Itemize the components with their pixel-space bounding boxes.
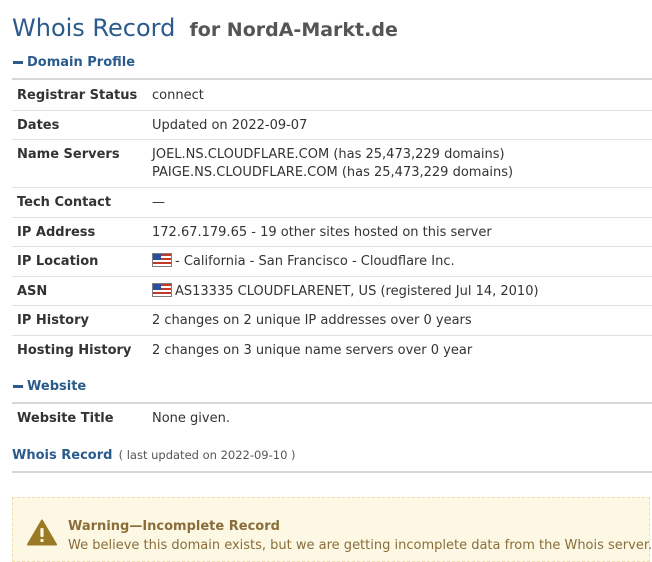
page-title-domain: for NordA-Markt.de	[189, 19, 398, 41]
dates-label: Dates	[17, 117, 60, 133]
website-table: Website Title None given.	[12, 404, 652, 434]
table-row: Registrar Status connect	[12, 80, 652, 110]
table-row: IP Location - California - San Francisco…	[12, 246, 652, 276]
warning-triangle-icon	[27, 519, 57, 546]
dates-value: Updated on 2022-09-07	[152, 117, 308, 133]
us-flag-icon	[152, 282, 172, 297]
website-toggle[interactable]: Website	[12, 379, 652, 394]
ip-address-value[interactable]: 172.67.179.65 - 19 other sites hosted on…	[152, 217, 652, 246]
asn-label: ASN	[17, 283, 48, 299]
ip-history-label: IP History	[17, 312, 89, 328]
name-servers-label: Name Servers	[17, 146, 120, 162]
website-title-label: Website Title	[17, 411, 114, 426]
whois-record-link[interactable]: Whois Record	[12, 448, 112, 463]
collapse-minus-icon	[13, 385, 23, 388]
page-title-main: Whois Record	[12, 14, 176, 42]
table-row: Website Title None given.	[12, 404, 652, 434]
table-row: Hosting History 2 changes on 3 unique na…	[12, 335, 652, 365]
hosting-history-value[interactable]: 2 changes on 3 unique name servers over …	[152, 335, 652, 365]
table-row: IP Address 172.67.179.65 - 19 other site…	[12, 217, 652, 246]
page-title: Whois Record for NordA-Markt.de	[12, 6, 398, 44]
warning-title: Warning—Incomplete Record	[68, 519, 280, 534]
warning-alert: Warning—Incomplete Record We believe thi…	[12, 497, 652, 562]
table-row: Tech Contact —	[12, 187, 652, 217]
us-flag-icon	[152, 252, 172, 267]
table-row: Name Servers JOEL.NS.CLOUDFLARE.COM (has…	[12, 139, 652, 187]
ip-history-value[interactable]: 2 changes on 2 unique IP addresses over …	[152, 305, 652, 335]
table-row: IP History 2 changes on 2 unique IP addr…	[12, 305, 652, 335]
table-row: ASN AS13335 CLOUDFLARENET, US (registere…	[12, 276, 652, 305]
website-title-value: None given.	[152, 411, 230, 426]
table-row: Dates Updated on 2022-09-07	[12, 110, 652, 139]
ip-address-label: IP Address	[17, 224, 96, 240]
section-divider	[12, 471, 652, 473]
hosting-history-label: Hosting History	[17, 342, 132, 358]
name-server-1: JOEL.NS.CLOUDFLARE.COM (has 25,473,229 d…	[152, 146, 505, 162]
registrar-status-label: Registrar Status	[17, 88, 138, 103]
domain-profile-toggle[interactable]: Domain Profile	[12, 55, 652, 70]
domain-profile-heading: Domain Profile	[27, 55, 136, 70]
whois-record-heading: Whois Record ( last updated on 2022-09-1…	[12, 448, 652, 463]
whois-last-updated: ( last updated on 2022-09-10 )	[118, 448, 296, 462]
website-heading: Website	[27, 379, 87, 394]
registrar-status-value: connect	[152, 88, 204, 103]
name-server-2: PAIGE.NS.CLOUDFLARE.COM (has 25,473,229 …	[152, 164, 514, 180]
asn-value: AS13335 CLOUDFLARENET, US (registered Ju…	[175, 283, 539, 299]
collapse-minus-icon	[13, 61, 23, 64]
warning-message: We believe this domain exists, but we ar…	[68, 538, 652, 553]
tech-contact-label: Tech Contact	[17, 194, 112, 210]
domain-profile-table: Registrar Status connect Dates Updated o…	[12, 80, 652, 365]
ip-location-label: IP Location	[17, 253, 99, 269]
tech-contact-value: —	[152, 194, 165, 210]
ip-location-value: - California - San Francisco - Cloudflar…	[175, 253, 455, 269]
